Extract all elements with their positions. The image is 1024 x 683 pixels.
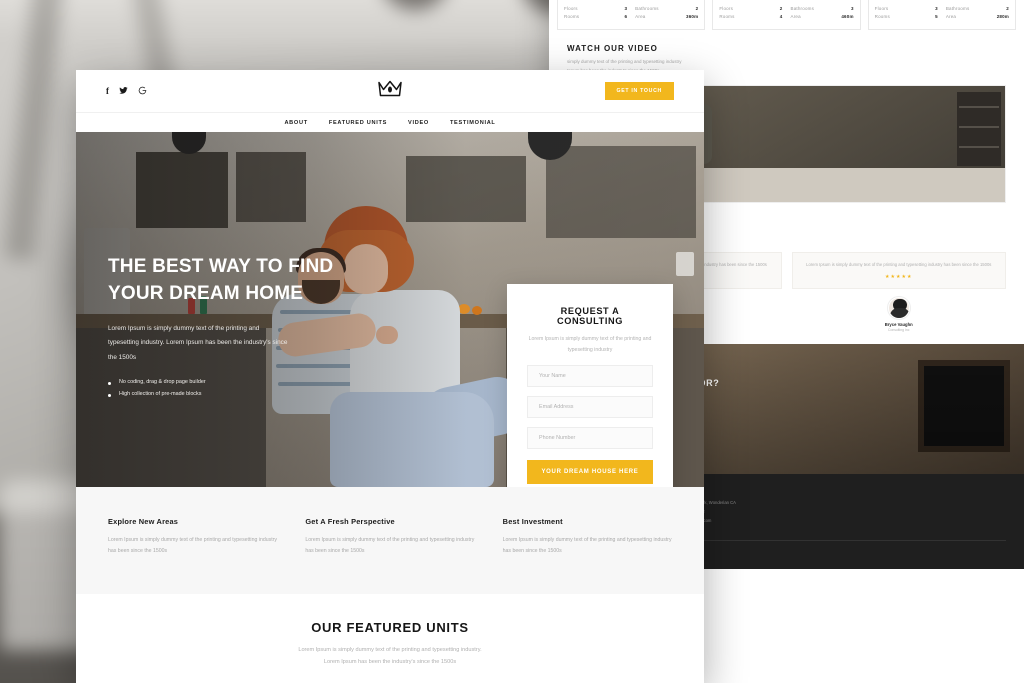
- facebook-icon[interactable]: f: [106, 86, 109, 96]
- social-links: f: [106, 86, 147, 97]
- name-input[interactable]: [527, 364, 653, 387]
- testimonial-text: Lorem Ipsum is simply dummy text of the …: [806, 262, 992, 268]
- testimonial-card[interactable]: Lorem Ipsum is simply dummy text of the …: [791, 252, 1006, 290]
- floors-label: Floors: [719, 6, 734, 11]
- feature-title: Best Investment: [502, 517, 563, 526]
- video-section-title: WATCH OUR VIDEO: [567, 44, 658, 53]
- floors-value: 3: [935, 6, 938, 11]
- feature-text: Lorem Ipsum is simply dummy text of the …: [305, 537, 475, 555]
- feature-item: Explore New Areas Lorem Ipsum is simply …: [108, 517, 277, 558]
- nav-item-video[interactable]: VIDEO: [408, 120, 429, 126]
- bathrooms-value: 3: [850, 6, 854, 11]
- foreground-webpage[interactable]: f GET IN TOUCH ABOUT FEATURED UNITS VIDE…: [76, 70, 704, 683]
- nav-item-about[interactable]: ABOUT: [284, 120, 307, 126]
- rooms-label: Rooms: [719, 14, 735, 19]
- phone-input[interactable]: [527, 426, 653, 449]
- area-label: Area: [635, 14, 646, 19]
- feature-title: Get A Fresh Perspective: [305, 517, 395, 526]
- area-value: 280m: [996, 14, 1009, 19]
- spec-card[interactable]: Floors 3 Rooms 5 Bathrooms 2 Area 280m: [867, 0, 1016, 30]
- hero-bullet: No coding, drag & drop page builder: [108, 379, 358, 386]
- hero-title-line2: YOUR DREAM HOME: [108, 282, 304, 304]
- form-subtitle: Lorem Ipsum is simply dummy text of the …: [528, 336, 652, 353]
- top-bar: f GET IN TOUCH: [76, 70, 704, 112]
- property-spec-cards: Floors 3 Rooms 6 Bathrooms 2 Area 360m Floor…: [549, 0, 1024, 30]
- testimonial-author: Bryce Vaughn Consulting Inc: [792, 297, 1007, 332]
- featured-units-line2: Lorem Ipsum has been the industry's sinc…: [323, 659, 457, 666]
- featured-units-title: OUR FEATURED UNITS: [311, 619, 469, 635]
- author-name: Bryce Vaughn: [884, 322, 913, 328]
- hero-bullet-list: No coding, drag & drop page builder High…: [108, 379, 358, 398]
- area-label: Area: [945, 14, 957, 19]
- rooms-label: Rooms: [564, 14, 580, 19]
- spec-card[interactable]: Floors 3 Rooms 6 Bathrooms 2 Area 360m: [557, 0, 706, 30]
- feature-item: Get A Fresh Perspective Lorem Ipsum is s…: [305, 517, 474, 558]
- google-icon[interactable]: [138, 86, 147, 97]
- hero-bullet: High collection of pre-made blocks: [108, 391, 358, 398]
- bathrooms-value: 2: [695, 6, 699, 11]
- nav-item-featured-units[interactable]: FEATURED UNITS: [329, 120, 387, 126]
- spec-card[interactable]: Floors 2 Rooms 4 Bathrooms 3 Area 460m: [712, 0, 861, 30]
- feature-text: Lorem Ipsum is simply dummy text of the …: [502, 537, 672, 555]
- consulting-form: REQUEST A CONSULTING Lorem Ipsum is simp…: [507, 284, 673, 487]
- floors-value: 3: [624, 6, 628, 11]
- floors-label: Floors: [564, 6, 578, 11]
- bathrooms-label: Bathrooms: [790, 6, 815, 11]
- feature-title: Explore New Areas: [108, 517, 179, 526]
- floors-value: 2: [779, 6, 783, 11]
- bathrooms-label: Bathrooms: [945, 6, 970, 11]
- area-value: 360m: [686, 14, 699, 19]
- video-section-line1: simply dummy text of the printing and ty…: [567, 59, 682, 64]
- features-section: Explore New Areas Lorem Ipsum is simply …: [76, 487, 704, 594]
- bathrooms-label: Bathrooms: [635, 6, 659, 11]
- bathrooms-value: 2: [1006, 6, 1009, 11]
- rooms-label: Rooms: [874, 14, 890, 19]
- rooms-value: 4: [779, 14, 783, 19]
- nav-item-testimonial[interactable]: TESTIMONIAL: [450, 120, 496, 126]
- featured-units-line1: Lorem Ipsum is simply dummy text of the …: [298, 646, 482, 653]
- main-navigation: ABOUT FEATURED UNITS VIDEO TESTIMONIAL: [76, 112, 704, 132]
- email-input[interactable]: [527, 395, 653, 418]
- crown-logo-icon[interactable]: [377, 79, 403, 104]
- hero-section: THE BEST WAY TO FIND YOUR DREAM HOME Lor…: [76, 132, 704, 487]
- avatar: [887, 297, 910, 320]
- hero-title-line1: THE BEST WAY TO FIND: [108, 256, 334, 277]
- rooms-value: 5: [935, 14, 938, 19]
- twitter-icon[interactable]: [119, 86, 128, 97]
- hero-paragraph: Lorem Ipsum is simply dummy text of the …: [108, 324, 288, 361]
- rooms-value: 6: [624, 14, 628, 19]
- area-label: Area: [790, 14, 801, 19]
- floors-label: Floors: [874, 6, 889, 11]
- hero-copy: THE BEST WAY TO FIND YOUR DREAM HOME Lor…: [108, 254, 358, 403]
- feature-item: Best Investment Lorem Ipsum is simply du…: [503, 517, 672, 558]
- star-rating-icon: ★★★★★: [885, 274, 913, 281]
- area-value: 460m: [841, 14, 854, 19]
- feature-text: Lorem Ipsum is simply dummy text of the …: [108, 537, 277, 555]
- featured-units-section: OUR FEATURED UNITS Lorem Ipsum is simply…: [76, 593, 704, 669]
- get-in-touch-button[interactable]: GET IN TOUCH: [604, 82, 674, 100]
- submit-button[interactable]: YOUR DREAM HOUSE HERE: [527, 459, 653, 484]
- form-title: REQUEST A CONSULTING: [556, 306, 624, 326]
- author-role: Consulting Inc: [888, 328, 910, 333]
